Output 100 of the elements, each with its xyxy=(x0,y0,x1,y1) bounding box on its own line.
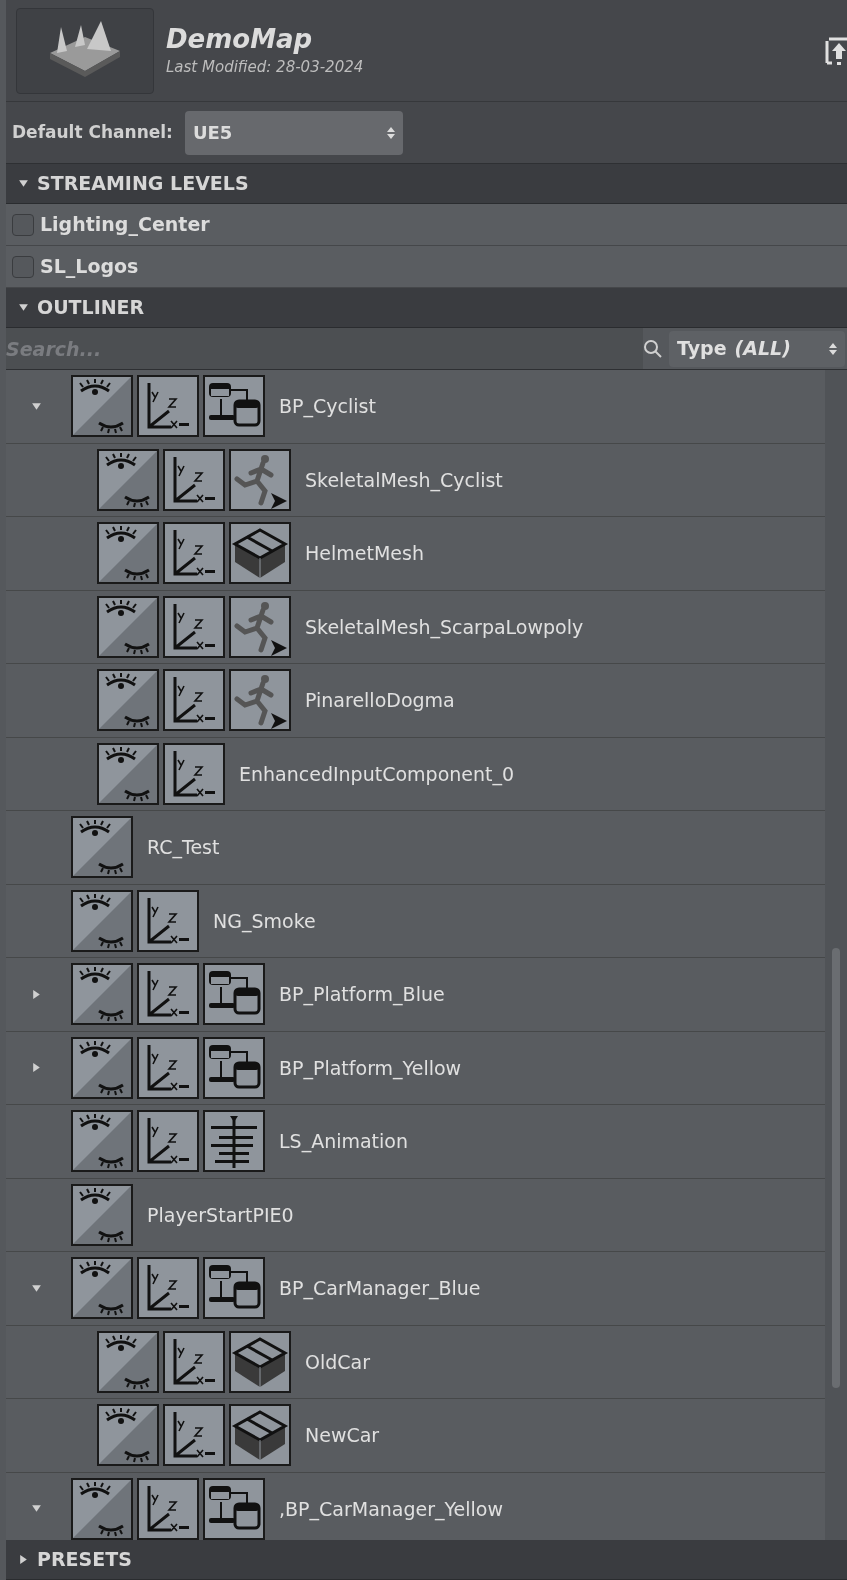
outliner-row[interactable]: SkeletalMesh_ScarpaLowpoly xyxy=(6,590,825,664)
visibility-icon[interactable] xyxy=(71,1183,133,1246)
visibility-icon[interactable] xyxy=(71,1257,133,1320)
caret-icon[interactable] xyxy=(31,1062,42,1074)
sort-arrows-icon xyxy=(386,125,395,140)
outliner-item-label: PinarelloDogma xyxy=(305,688,455,713)
caret-icon[interactable] xyxy=(31,400,42,412)
sequencer-icon[interactable] xyxy=(203,1110,265,1173)
outliner-row[interactable]: NG_Smoke xyxy=(6,884,825,958)
outliner-row[interactable]: SkeletalMesh_Cyclist xyxy=(6,443,825,517)
axes-icon[interactable] xyxy=(137,1477,199,1540)
caret-icon[interactable] xyxy=(31,988,42,1000)
running-figure-icon[interactable] xyxy=(229,448,291,511)
cube-icon[interactable] xyxy=(229,1330,291,1393)
streaming-level-label: SL_Logos xyxy=(40,254,139,280)
visibility-icon[interactable] xyxy=(71,1477,133,1540)
axes-icon[interactable] xyxy=(163,742,225,805)
outliner-row[interactable]: BP_Platform_Yellow xyxy=(6,1031,825,1105)
search-icon[interactable] xyxy=(643,338,663,359)
axes-icon[interactable] xyxy=(163,669,225,732)
section-title: STREAMING LEVELS xyxy=(37,171,249,197)
section-header[interactable]: STREAMING LEVELS xyxy=(6,164,847,204)
outliner-item-label: SkeletalMesh_ScarpaLowpoly xyxy=(305,614,584,641)
blueprint-icon[interactable] xyxy=(203,375,265,438)
channel-label: Default Channel: xyxy=(12,120,173,144)
section-header[interactable]: PRESETS xyxy=(6,1540,847,1580)
cube-icon[interactable] xyxy=(229,522,291,585)
checkbox[interactable] xyxy=(12,255,34,278)
scrollbar[interactable] xyxy=(825,370,847,1540)
outliner-row[interactable]: HelmetMesh xyxy=(6,517,825,591)
channel-select[interactable]: UE5 xyxy=(184,110,403,155)
axes-icon[interactable] xyxy=(163,448,225,511)
axes-icon[interactable] xyxy=(163,1330,225,1393)
visibility-icon[interactable] xyxy=(97,448,159,511)
axes-icon[interactable] xyxy=(137,375,199,438)
outliner-item-label: HelmetMesh xyxy=(305,541,424,566)
caret-icon[interactable] xyxy=(18,178,29,189)
blueprint-icon[interactable] xyxy=(203,1257,265,1320)
blueprint-icon[interactable] xyxy=(203,1036,265,1099)
outliner-item-label: NewCar xyxy=(305,1423,380,1448)
blueprint-icon[interactable] xyxy=(203,1477,265,1540)
outliner-item-label: BP_Platform_Yellow xyxy=(279,1055,462,1082)
blueprint-icon[interactable] xyxy=(203,963,265,1026)
outliner-row[interactable]: OldCar xyxy=(6,1325,825,1399)
visibility-icon[interactable] xyxy=(71,1110,133,1173)
cube-icon[interactable] xyxy=(229,1404,291,1467)
outliner-row[interactable]: PinarelloDogma xyxy=(6,664,825,738)
outliner-row[interactable]: EnhancedInputComponent_0 xyxy=(6,737,825,811)
visibility-icon[interactable] xyxy=(71,889,133,952)
outliner-row[interactable]: PlayerStartPIE0 xyxy=(6,1178,825,1252)
visibility-icon[interactable] xyxy=(97,1330,159,1393)
outliner-row[interactable]: RC_Test xyxy=(6,811,825,885)
outliner-item-label: PlayerStartPIE0 xyxy=(147,1202,294,1228)
section-title: OUTLINER xyxy=(37,295,145,321)
axes-icon[interactable] xyxy=(137,1036,199,1099)
outliner-item-label: RC_Test xyxy=(147,835,220,861)
caret-icon[interactable] xyxy=(18,1554,29,1565)
outliner-row[interactable]: BP_Platform_Blue xyxy=(6,958,825,1032)
visibility-icon[interactable] xyxy=(97,669,159,732)
outliner-row[interactable]: NewCar xyxy=(6,1399,825,1473)
type-filter-select[interactable]: Type (ALL) xyxy=(669,330,845,367)
visibility-icon[interactable] xyxy=(71,963,133,1026)
outliner-item-label: ,BP_CarManager_Yellow xyxy=(279,1496,504,1523)
caret-icon[interactable] xyxy=(31,1503,42,1515)
caret-icon[interactable] xyxy=(31,1282,42,1294)
section-title: PRESETS xyxy=(37,1547,132,1573)
axes-icon[interactable] xyxy=(137,889,199,952)
checkbox[interactable] xyxy=(12,213,34,236)
axes-icon[interactable] xyxy=(163,522,225,585)
sort-arrows-icon xyxy=(829,341,837,356)
axes-icon[interactable] xyxy=(137,963,199,1026)
outliner-row[interactable]: LS_Animation xyxy=(6,1105,825,1179)
axes-icon[interactable] xyxy=(137,1110,199,1173)
streaming-level-row[interactable]: SL_Logos xyxy=(6,246,847,288)
outliner-item-label: BP_Platform_Blue xyxy=(279,982,445,1008)
running-figure-icon[interactable] xyxy=(229,669,291,732)
caret-icon[interactable] xyxy=(18,302,29,313)
outliner-item-label: LS_Animation xyxy=(279,1129,408,1155)
outliner-item-label: EnhancedInputComponent_0 xyxy=(239,761,515,788)
axes-icon[interactable] xyxy=(163,1404,225,1467)
scrollbar-thumb[interactable] xyxy=(832,948,840,1388)
section-header[interactable]: OUTLINER xyxy=(6,288,847,328)
visibility-icon[interactable] xyxy=(97,595,159,658)
outliner-item-label: OldCar xyxy=(305,1349,370,1375)
axes-icon[interactable] xyxy=(163,595,225,658)
running-figure-icon[interactable] xyxy=(229,595,291,658)
streaming-level-row[interactable]: Lighting_Center xyxy=(6,204,847,246)
outliner-row[interactable]: ,BP_CarManager_Yellow xyxy=(6,1472,825,1540)
visibility-icon[interactable] xyxy=(97,522,159,585)
outliner-item-label: BP_Cyclist xyxy=(279,394,376,420)
visibility-icon[interactable] xyxy=(71,1036,133,1099)
outliner-row[interactable]: BP_CarManager_Blue xyxy=(6,1252,825,1326)
outliner-item-label: BP_CarManager_Blue xyxy=(279,1276,481,1302)
axes-icon[interactable] xyxy=(137,1257,199,1320)
visibility-icon[interactable] xyxy=(97,1404,159,1467)
visibility-icon[interactable] xyxy=(71,375,133,438)
map-title: DemoMap xyxy=(166,23,314,56)
visibility-icon[interactable] xyxy=(97,742,159,805)
outliner-row[interactable]: BP_Cyclist xyxy=(6,370,825,444)
visibility-icon[interactable] xyxy=(71,816,133,879)
